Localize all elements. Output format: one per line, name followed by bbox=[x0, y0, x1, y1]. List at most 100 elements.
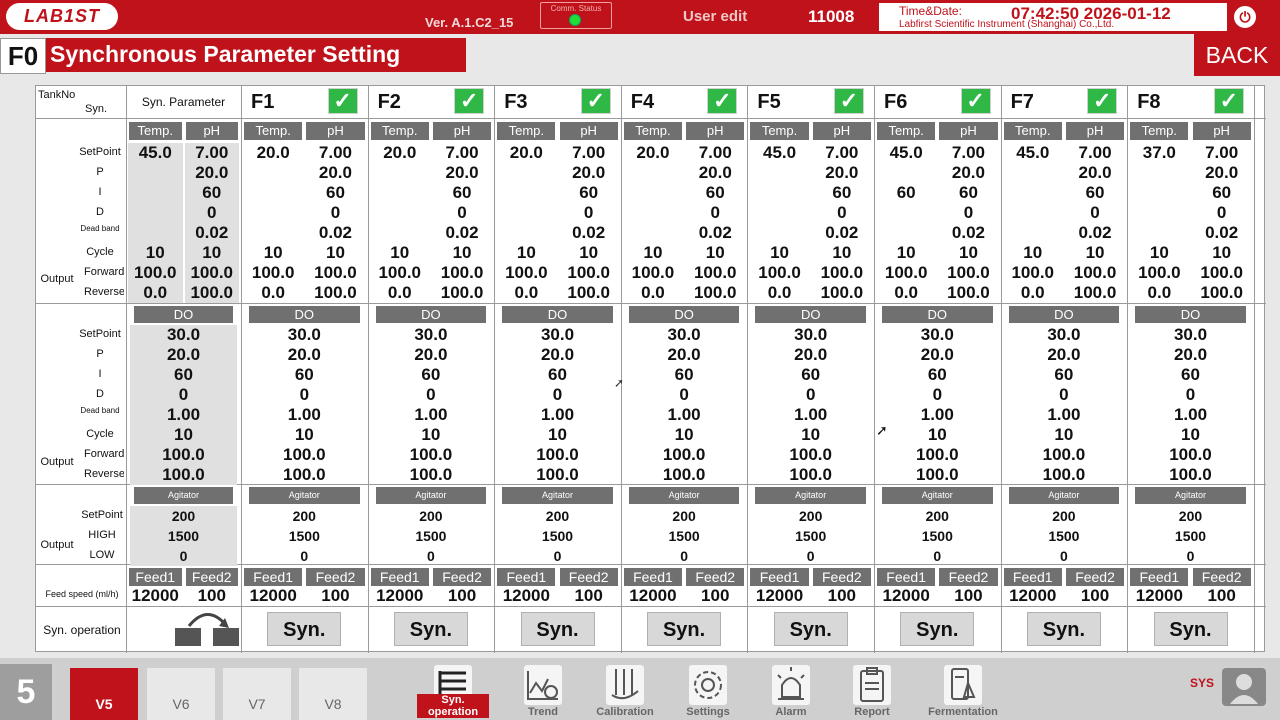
nav-alarm[interactable]: Alarm bbox=[755, 663, 827, 720]
do-i-value[interactable]: 60 bbox=[498, 365, 617, 385]
temp-cycle-value[interactable]: 10 bbox=[749, 243, 809, 263]
syn-button[interactable]: Syn. bbox=[1153, 612, 1228, 646]
sync-all-icon[interactable] bbox=[173, 610, 241, 648]
temp-p-value[interactable] bbox=[370, 163, 430, 183]
ph-p-value[interactable]: 20.0 bbox=[1065, 163, 1125, 183]
exit-icon[interactable]: ⏻ bbox=[1232, 4, 1258, 30]
tab-v6[interactable]: V6 bbox=[147, 668, 215, 720]
temp-p-value[interactable] bbox=[496, 163, 556, 183]
do-reverse-value[interactable]: 100.0 bbox=[372, 465, 491, 485]
ph-cycle-value[interactable]: 10 bbox=[305, 243, 365, 263]
ph-reverse-value[interactable]: 100.0 bbox=[1192, 283, 1252, 303]
do-cycle-value[interactable]: 10 bbox=[878, 425, 997, 445]
feed1-value[interactable]: 12000 bbox=[496, 586, 556, 606]
ph-p-value[interactable]: 20.0 bbox=[812, 163, 872, 183]
temp-reverse-value[interactable]: 0.0 bbox=[623, 283, 683, 303]
ph-forward-value[interactable]: 100.0 bbox=[184, 263, 239, 283]
agitator-high-value[interactable]: 1500 bbox=[1005, 526, 1124, 546]
temp-setpoint-value[interactable]: 45.0 bbox=[1003, 143, 1063, 163]
do-setpoint-value[interactable]: 30.0 bbox=[245, 325, 364, 345]
syn-button[interactable]: Syn. bbox=[393, 612, 468, 646]
do-i-value[interactable]: 60 bbox=[1005, 365, 1124, 385]
do-reverse-value[interactable]: 100.0 bbox=[130, 465, 237, 485]
do-forward-value[interactable]: 100.0 bbox=[878, 445, 997, 465]
temp-p-value[interactable] bbox=[623, 163, 683, 183]
agitator-setpoint-value[interactable]: 200 bbox=[1005, 506, 1124, 526]
temp-setpoint-value[interactable]: 45.0 bbox=[128, 143, 183, 163]
ph-cycle-value[interactable]: 10 bbox=[812, 243, 872, 263]
do-cycle-value[interactable]: 10 bbox=[751, 425, 870, 445]
ph-forward-value[interactable]: 100.0 bbox=[812, 263, 872, 283]
ph-reverse-value[interactable]: 100.0 bbox=[938, 283, 998, 303]
temp-forward-value[interactable]: 100.0 bbox=[749, 263, 809, 283]
agitator-setpoint-value[interactable]: 200 bbox=[130, 506, 237, 526]
ph-deadband-value[interactable]: 0.02 bbox=[938, 223, 998, 243]
do-setpoint-value[interactable]: 30.0 bbox=[751, 325, 870, 345]
temp-forward-value[interactable]: 100.0 bbox=[1129, 263, 1189, 283]
agitator-low-value[interactable]: 0 bbox=[1131, 546, 1250, 566]
do-cycle-value[interactable]: 10 bbox=[625, 425, 744, 445]
do-reverse-value[interactable]: 100.0 bbox=[751, 465, 870, 485]
temp-deadband-value[interactable] bbox=[496, 223, 556, 243]
do-setpoint-value[interactable]: 30.0 bbox=[878, 325, 997, 345]
temp-d-value[interactable] bbox=[496, 203, 556, 223]
do-cycle-value[interactable]: 10 bbox=[130, 425, 237, 445]
temp-i-value[interactable]: 60 bbox=[876, 183, 936, 203]
do-i-value[interactable]: 60 bbox=[130, 365, 237, 385]
do-deadband-value[interactable]: 1.00 bbox=[372, 405, 491, 425]
agitator-high-value[interactable]: 1500 bbox=[625, 526, 744, 546]
ph-reverse-value[interactable]: 100.0 bbox=[305, 283, 365, 303]
agitator-low-value[interactable]: 0 bbox=[245, 546, 364, 566]
do-p-value[interactable]: 20.0 bbox=[130, 345, 237, 365]
temp-forward-value[interactable]: 100.0 bbox=[496, 263, 556, 283]
do-forward-value[interactable]: 100.0 bbox=[1131, 445, 1250, 465]
nav-settings[interactable]: Settings bbox=[672, 663, 744, 720]
temp-setpoint-value[interactable]: 45.0 bbox=[749, 143, 809, 163]
temp-deadband-value[interactable] bbox=[128, 223, 183, 243]
temp-d-value[interactable] bbox=[1003, 203, 1063, 223]
temp-p-value[interactable] bbox=[749, 163, 809, 183]
temp-p-value[interactable] bbox=[1129, 163, 1189, 183]
agitator-low-value[interactable]: 0 bbox=[625, 546, 744, 566]
do-i-value[interactable]: 60 bbox=[372, 365, 491, 385]
temp-deadband-value[interactable] bbox=[1129, 223, 1189, 243]
ph-setpoint-value[interactable]: 7.00 bbox=[1065, 143, 1125, 163]
ph-d-value[interactable]: 0 bbox=[184, 203, 239, 223]
temp-forward-value[interactable]: 100.0 bbox=[370, 263, 430, 283]
agitator-low-value[interactable]: 0 bbox=[878, 546, 997, 566]
ph-cycle-value[interactable]: 10 bbox=[559, 243, 619, 263]
ph-setpoint-value[interactable]: 7.00 bbox=[432, 143, 492, 163]
do-forward-value[interactable]: 100.0 bbox=[372, 445, 491, 465]
ph-i-value[interactable]: 60 bbox=[559, 183, 619, 203]
do-reverse-value[interactable]: 100.0 bbox=[878, 465, 997, 485]
agitator-setpoint-value[interactable]: 200 bbox=[372, 506, 491, 526]
temp-forward-value[interactable]: 100.0 bbox=[623, 263, 683, 283]
do-p-value[interactable]: 20.0 bbox=[878, 345, 997, 365]
ph-forward-value[interactable]: 100.0 bbox=[1065, 263, 1125, 283]
do-forward-value[interactable]: 100.0 bbox=[1005, 445, 1124, 465]
agitator-high-value[interactable]: 1500 bbox=[372, 526, 491, 546]
temp-forward-value[interactable]: 100.0 bbox=[128, 263, 183, 283]
ph-deadband-value[interactable]: 0.02 bbox=[812, 223, 872, 243]
tab-v5[interactable]: V5 bbox=[70, 668, 138, 720]
temp-deadband-value[interactable] bbox=[243, 223, 303, 243]
feed2-value[interactable]: 100 bbox=[559, 586, 619, 606]
agitator-setpoint-value[interactable]: 200 bbox=[751, 506, 870, 526]
temp-setpoint-value[interactable]: 20.0 bbox=[623, 143, 683, 163]
temp-deadband-value[interactable] bbox=[876, 223, 936, 243]
sync-checkbox[interactable]: ✓ bbox=[327, 88, 358, 114]
ph-i-value[interactable]: 60 bbox=[1065, 183, 1125, 203]
ph-cycle-value[interactable]: 10 bbox=[685, 243, 745, 263]
ph-i-value[interactable]: 60 bbox=[812, 183, 872, 203]
ph-i-value[interactable]: 60 bbox=[184, 183, 239, 203]
feed1-value[interactable]: 12000 bbox=[243, 586, 303, 606]
do-cycle-value[interactable]: 10 bbox=[1005, 425, 1124, 445]
feed1-value[interactable]: 12000 bbox=[370, 586, 430, 606]
temp-deadband-value[interactable] bbox=[1003, 223, 1063, 243]
temp-i-value[interactable] bbox=[243, 183, 303, 203]
do-setpoint-value[interactable]: 30.0 bbox=[130, 325, 237, 345]
temp-cycle-value[interactable]: 10 bbox=[1129, 243, 1189, 263]
temp-deadband-value[interactable] bbox=[370, 223, 430, 243]
syn-button[interactable]: Syn. bbox=[1026, 612, 1101, 646]
temp-d-value[interactable] bbox=[128, 203, 183, 223]
